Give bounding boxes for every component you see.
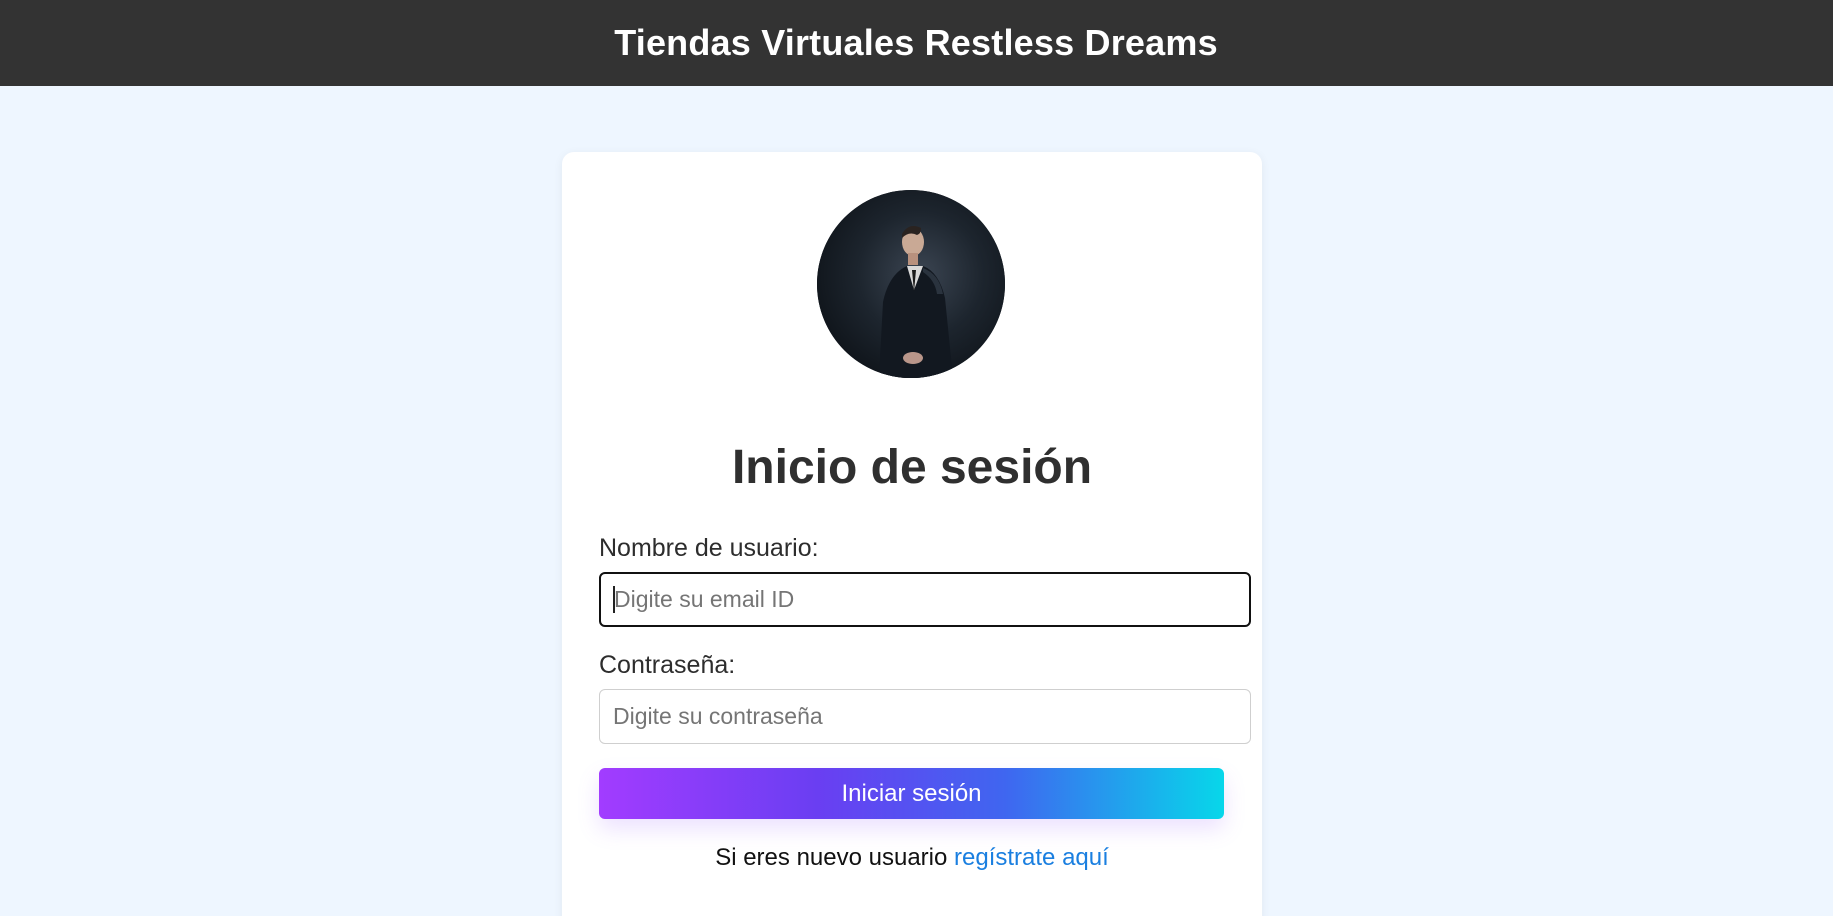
password-input[interactable] — [599, 689, 1251, 744]
register-prompt: Si eres nuevo usuario — [715, 844, 948, 871]
site-title: Tiendas Virtuales Restless Dreams — [614, 22, 1218, 63]
register-link[interactable]: regístrate aquí — [954, 844, 1109, 871]
text-caret — [613, 586, 615, 613]
top-header: Tiendas Virtuales Restless Dreams — [0, 0, 1833, 86]
register-text: Si eres nuevo usuario regístrate aquí — [562, 844, 1262, 872]
avatar — [817, 190, 1005, 378]
login-card: Inicio de sesión Nombre de usuario: Cont… — [562, 152, 1262, 916]
username-label: Nombre de usuario: — [599, 534, 819, 562]
page-title: Inicio de sesión — [731, 441, 1093, 494]
portrait-image — [817, 190, 1005, 378]
login-button[interactable]: Iniciar sesión — [599, 768, 1224, 819]
password-label: Contraseña: — [599, 651, 736, 679]
username-input[interactable] — [599, 572, 1251, 627]
